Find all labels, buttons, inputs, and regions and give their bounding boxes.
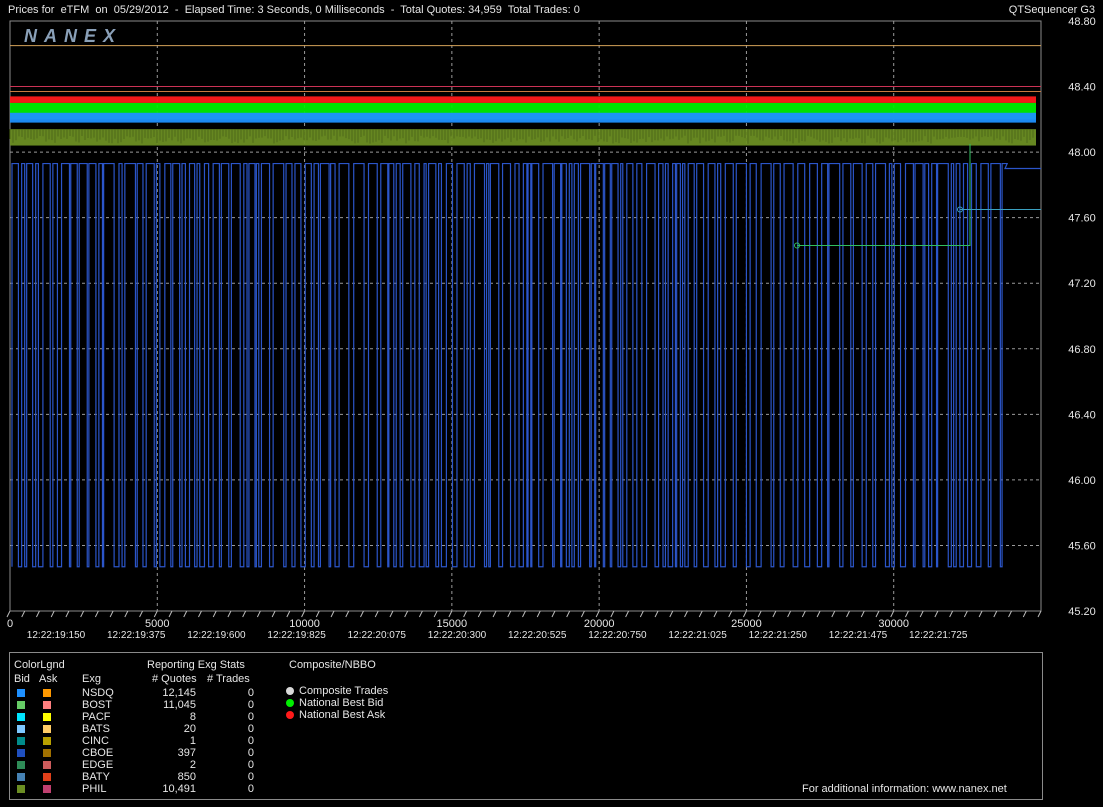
time-label-10: 12:22:21:475: [829, 630, 888, 641]
y-tick-2: 46.00: [1068, 475, 1096, 487]
x-tick-2: 10000: [289, 618, 320, 630]
bid-swatch-nsdq: [17, 689, 25, 697]
legend-exg-phil: PHIL: [82, 783, 107, 795]
ask-swatch-phil: [43, 785, 51, 793]
composite-dot-0: [286, 687, 294, 695]
legend-quotes-baty: 850: [177, 771, 196, 783]
x-minor-ticks: [6, 610, 1042, 618]
legend-trades-bats: 0: [247, 723, 254, 735]
legend-trades-baty: 0: [247, 771, 254, 783]
legend-exg-baty: BATY: [82, 771, 110, 783]
bid-swatch-bost: [17, 701, 25, 709]
time-label-11: 12:22:21:725: [909, 630, 968, 641]
ask-swatch-nsdq: [43, 689, 51, 697]
time-label-2: 12:22:19:600: [187, 630, 246, 641]
legend-quotes-phil: 10,491: [162, 783, 196, 795]
ask-swatch-cinc: [43, 737, 51, 745]
y-tick-6: 47.60: [1068, 213, 1096, 225]
legend-quotes-cinc: 1: [189, 735, 196, 747]
x-axis: 0 5000 10000 15000 20000 25000 30000 12:22:19:1…: [6, 610, 1042, 641]
composite-dot-1: [286, 699, 294, 707]
nanex-logo: NANEX: [24, 26, 122, 46]
legend-trades-bost: 0: [247, 699, 254, 711]
x-tick-6: 30000: [878, 618, 909, 630]
y-tick-9: 48.80: [1068, 16, 1096, 28]
y-tick-0: 45.20: [1068, 606, 1096, 618]
y-tick-4: 46.80: [1068, 344, 1096, 356]
legend-trades-header: # Trades: [207, 673, 250, 685]
time-label-1: 12:22:19:375: [107, 630, 166, 641]
y-tick-3: 46.40: [1068, 409, 1096, 421]
composite-label-2: National Best Ask: [299, 709, 386, 721]
band-nsdq: [10, 112, 1036, 123]
legend-stats-title: Reporting Exg Stats: [147, 659, 245, 671]
y-tick-1: 45.60: [1068, 540, 1096, 552]
legend-trades-phil: 0: [247, 783, 254, 795]
legend-trades-pacf: 0: [247, 711, 254, 723]
legend-quotes-nsdq: 12,145: [162, 687, 196, 699]
time-label-9: 12:22:21:250: [749, 630, 808, 641]
bid-swatch-phil: [17, 785, 25, 793]
legend-exg-header: Exg: [82, 673, 101, 685]
x-tick-1: 5000: [145, 618, 169, 630]
legend-exg-pacf: PACF: [82, 711, 111, 723]
legend-trades-cboe: 0: [247, 747, 254, 759]
legend-trades-edge: 0: [247, 759, 254, 771]
ask-swatch-bats: [43, 725, 51, 733]
ask-swatch-edge: [43, 761, 51, 769]
legend-quotes-header: # Quotes: [152, 673, 197, 685]
price-chart: 45.20 45.60 46.00 46.40 46.80 47.20 47.60 48.00…: [6, 16, 1096, 641]
legend-panel: ColorLgnd Bid Ask Exg Reporting Exg Stat…: [9, 652, 1043, 800]
legend-quotes-edge: 2: [189, 759, 196, 771]
time-label-6: 12:22:20:525: [508, 630, 567, 641]
y-tick-7: 48.00: [1068, 147, 1096, 159]
legend-quotes-cboe: 397: [177, 747, 196, 759]
time-label-8: 12:22:21:025: [668, 630, 727, 641]
ask-swatch-pacf: [43, 713, 51, 721]
ask-swatch-baty: [43, 773, 51, 781]
composite-dot-2: [286, 711, 294, 719]
legend-exg-cboe: CBOE: [82, 747, 114, 759]
time-label-3: 12:22:19:825: [267, 630, 326, 641]
legend-composite-title: Composite/NBBO: [289, 659, 376, 671]
y-tick-8: 48.40: [1068, 82, 1096, 94]
x-tick-4: 20000: [584, 618, 615, 630]
legend-exg-cinc: CINC: [82, 735, 109, 747]
bid-swatch-cinc: [17, 737, 25, 745]
legend-trades-cinc: 0: [247, 735, 254, 747]
bid-swatch-cboe: [17, 749, 25, 757]
time-label-0: 12:22:19:150: [27, 630, 86, 641]
legend-quotes-pacf: 8: [189, 711, 196, 723]
legend-exg-edge: EDGE: [82, 759, 114, 771]
ask-swatch-bost: [43, 701, 51, 709]
time-label-7: 12:22:20:750: [588, 630, 647, 641]
legend-exg-nsdq: NSDQ: [82, 687, 114, 699]
band-national-best-ask: [10, 96, 1036, 103]
bid-swatch-baty: [17, 773, 25, 781]
legend-trades-nsdq: 0: [247, 687, 254, 699]
composite-label-1: National Best Bid: [299, 697, 384, 709]
y-tick-5: 47.20: [1068, 278, 1096, 290]
legend-quotes-bats: 20: [183, 723, 196, 735]
x-tick-5: 25000: [731, 618, 762, 630]
bid-swatch-bats: [17, 725, 25, 733]
legend-footer: For additional information: www.nanex.ne…: [802, 783, 1007, 795]
bid-swatch-pacf: [17, 713, 25, 721]
legend-bid-header: Bid: [14, 673, 30, 685]
legend-ask-header: Ask: [39, 673, 58, 685]
ask-swatch-cboe: [43, 749, 51, 757]
time-label-4: 12:22:20:075: [348, 630, 407, 641]
bid-swatch-edge: [17, 761, 25, 769]
legend-exg-bats: BATS: [82, 723, 110, 735]
legend-exg-bost: BOST: [82, 699, 112, 711]
legend-quotes-bost: 11,045: [163, 699, 196, 711]
x-tick-3: 15000: [437, 618, 468, 630]
y-axis: 45.20 45.60 46.00 46.40 46.80 47.20 47.60 48.00…: [1068, 16, 1096, 618]
time-label-5: 12:22:20:300: [428, 630, 487, 641]
x-tick-0: 0: [7, 618, 13, 630]
composite-label-0: Composite Trades: [299, 685, 389, 697]
legend-colorlgnd: ColorLgnd: [14, 659, 65, 671]
